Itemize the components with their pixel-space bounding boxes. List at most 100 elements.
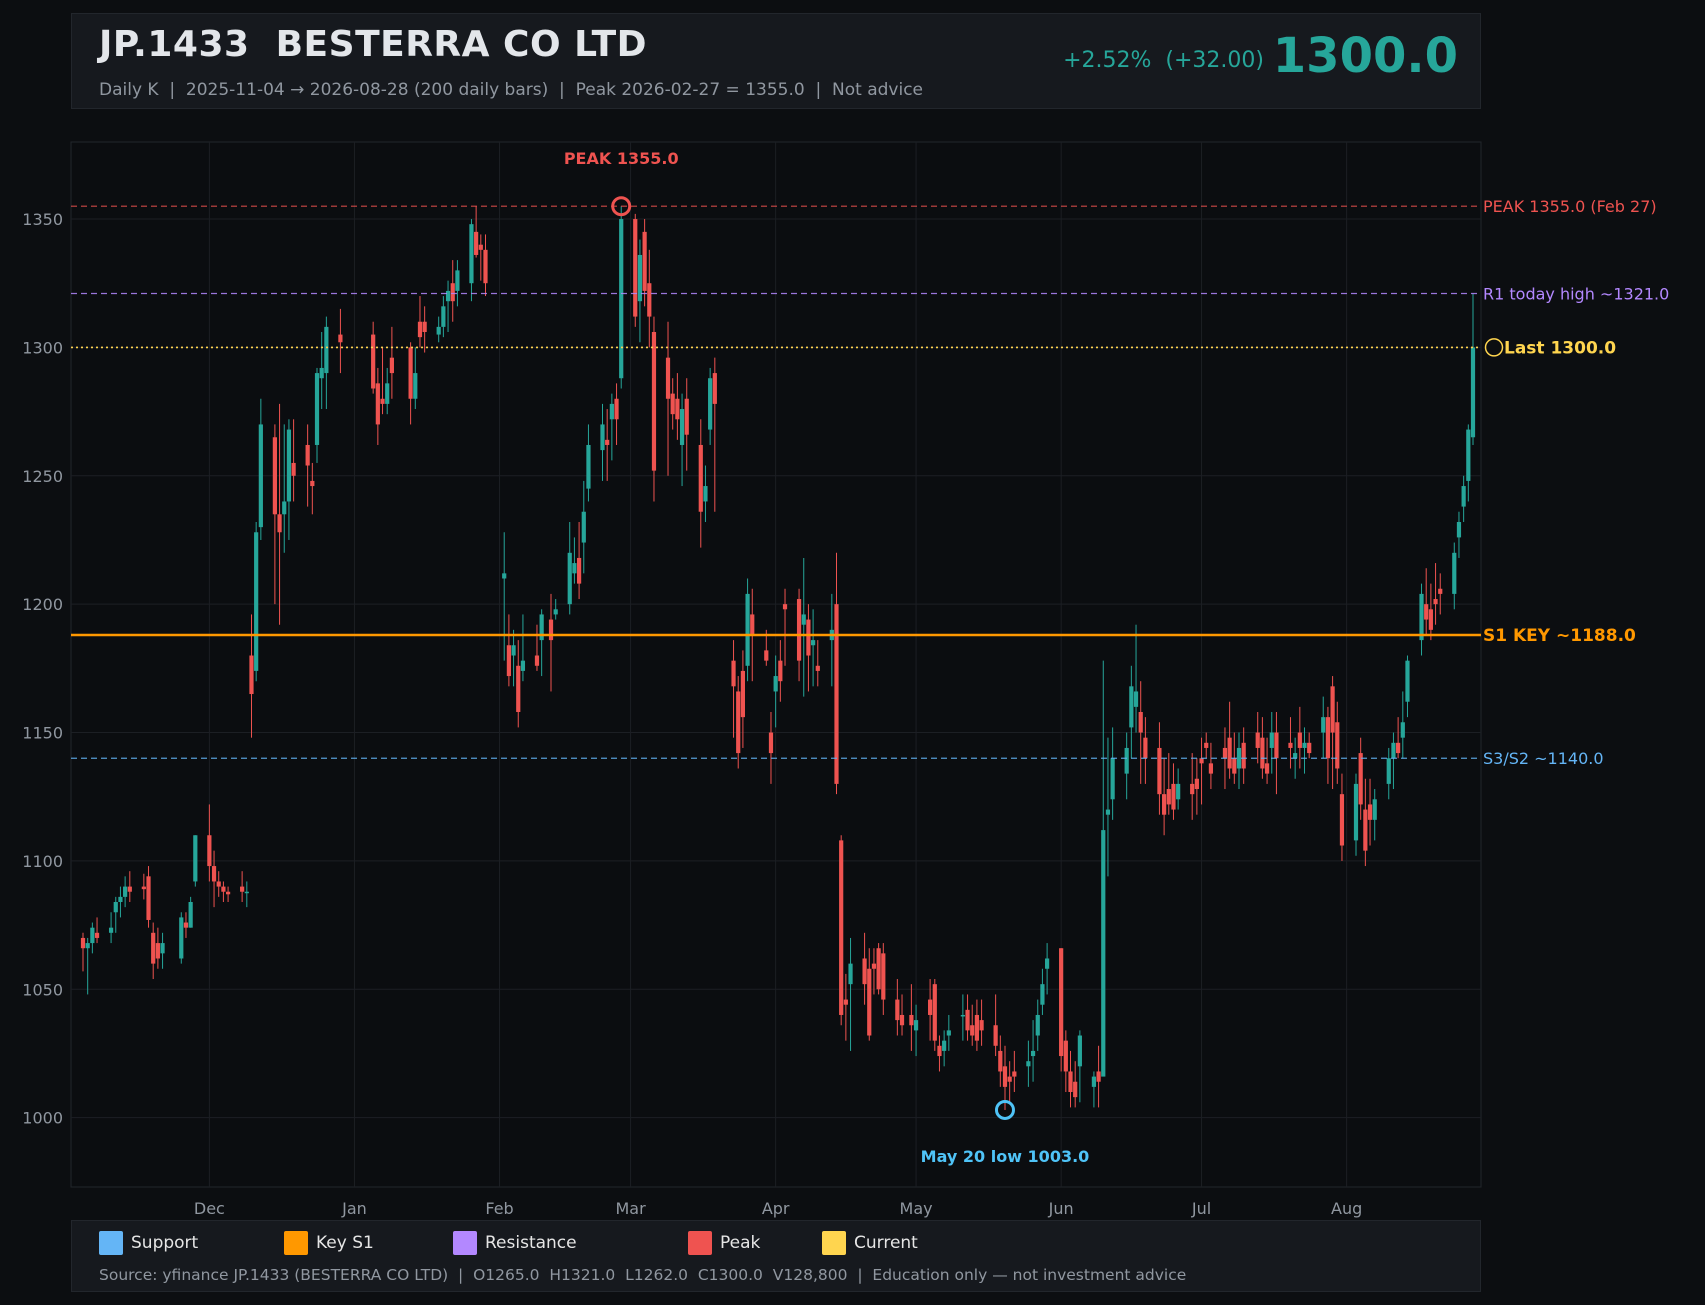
candle-body bbox=[712, 373, 717, 404]
legend-swatch-current bbox=[822, 1231, 846, 1255]
candle-body bbox=[1143, 737, 1148, 759]
level-label-peak: PEAK 1355.0 (Feb 27) bbox=[1483, 197, 1657, 216]
candle-body bbox=[422, 321, 427, 332]
candle-body bbox=[913, 1020, 919, 1031]
candle-body bbox=[1110, 758, 1115, 800]
candle-body bbox=[1391, 742, 1396, 759]
candle-body bbox=[436, 326, 441, 335]
candle-body bbox=[871, 963, 877, 969]
x-tick-label: May bbox=[900, 1199, 933, 1218]
source-note: Source: yfinance JP.1433 (BESTERRA CO LT… bbox=[99, 1266, 1187, 1284]
candle-body bbox=[1236, 747, 1242, 769]
candle-body bbox=[633, 219, 638, 317]
legend-resistance: Resistance bbox=[453, 1231, 577, 1255]
candle-body bbox=[1068, 1071, 1073, 1092]
candle-body bbox=[1274, 732, 1279, 759]
candle-body bbox=[942, 1040, 947, 1051]
candle-body bbox=[1372, 799, 1377, 820]
candle-body bbox=[778, 660, 783, 682]
x-tick-label: Jul bbox=[1191, 1199, 1211, 1218]
candle-body bbox=[1330, 686, 1335, 733]
candle-body bbox=[876, 948, 881, 990]
candle-body bbox=[736, 691, 741, 754]
candle-body bbox=[188, 902, 193, 928]
candle-body bbox=[1264, 763, 1270, 774]
candle-body bbox=[534, 655, 540, 666]
candle-body bbox=[127, 886, 132, 892]
legend-swatch-peak bbox=[688, 1231, 712, 1255]
candle-body bbox=[567, 552, 572, 605]
candle-body bbox=[1208, 763, 1214, 774]
candle-body bbox=[974, 1014, 980, 1041]
candle-body bbox=[141, 886, 146, 890]
candle-body bbox=[839, 840, 844, 1015]
candle-body bbox=[1433, 599, 1438, 605]
candle-body bbox=[380, 398, 385, 404]
candle-body bbox=[647, 283, 652, 317]
candle-body bbox=[277, 514, 282, 533]
candle-body bbox=[553, 609, 558, 615]
x-tick-label: Jun bbox=[1048, 1199, 1074, 1218]
candle-body bbox=[1077, 1035, 1082, 1067]
candle-body bbox=[740, 670, 745, 718]
candle-body bbox=[862, 958, 867, 985]
candle-body bbox=[1321, 717, 1326, 733]
candle-body bbox=[506, 645, 511, 677]
candle-body bbox=[240, 886, 245, 892]
candle-body bbox=[1297, 732, 1302, 748]
candle-body bbox=[1400, 722, 1405, 738]
candle-body bbox=[502, 573, 507, 579]
y-tick-label: 1150 bbox=[22, 724, 63, 743]
candle-body bbox=[1171, 783, 1176, 810]
candle-body bbox=[516, 665, 521, 712]
candle-body bbox=[1026, 1061, 1031, 1067]
candle-body bbox=[1129, 686, 1134, 728]
candle-body bbox=[1367, 804, 1373, 820]
candle-body bbox=[834, 604, 839, 784]
candle-body bbox=[1194, 778, 1199, 790]
candle-body bbox=[708, 378, 713, 430]
candle-body bbox=[413, 373, 418, 399]
candle-body bbox=[254, 532, 259, 671]
candle-body bbox=[703, 486, 708, 502]
candle-body bbox=[1456, 522, 1462, 538]
level-label-resistance: R1 today high ~1321.0 bbox=[1483, 284, 1669, 303]
candle-body bbox=[478, 244, 483, 250]
candle-body bbox=[609, 403, 614, 420]
candle-body bbox=[937, 1045, 942, 1057]
candle-body bbox=[1035, 1014, 1040, 1036]
candle-body bbox=[1227, 737, 1232, 769]
candle-body bbox=[1461, 486, 1466, 507]
candle-body bbox=[160, 943, 165, 954]
candle-body bbox=[1133, 691, 1139, 707]
candle-body bbox=[651, 332, 657, 471]
candle-body bbox=[1241, 742, 1246, 769]
legend-current: Current bbox=[822, 1231, 918, 1255]
candle-body bbox=[1157, 747, 1162, 795]
candle-body bbox=[1073, 1081, 1078, 1098]
candle-body bbox=[642, 231, 647, 291]
candle-body bbox=[581, 511, 586, 543]
legend-swatch-key-s1 bbox=[284, 1231, 308, 1255]
candle-body bbox=[928, 999, 933, 1015]
candle-body bbox=[539, 614, 544, 641]
candle-body bbox=[1335, 722, 1340, 769]
candle-body bbox=[1176, 783, 1181, 800]
candle-body bbox=[576, 557, 582, 584]
candlestick-chart: 1000 1050 1100 1150 1200 1250 1300 1350 Dec Jan Fe… bbox=[22, 141, 1669, 1218]
level-label-key-s1: S1 KEY ~1188.0 bbox=[1483, 626, 1636, 646]
candle-body bbox=[1059, 948, 1064, 1057]
candle-body bbox=[450, 283, 455, 302]
candle-body bbox=[249, 655, 254, 695]
legend-label-support: Support bbox=[131, 1233, 199, 1253]
candle-body bbox=[895, 999, 900, 1021]
candle-body bbox=[1101, 830, 1106, 1077]
candle-body bbox=[417, 321, 423, 338]
candle-body bbox=[1405, 660, 1410, 702]
legend-label-peak: Peak bbox=[720, 1233, 761, 1253]
candle-body bbox=[1255, 732, 1260, 748]
candle-body bbox=[474, 231, 479, 255]
candle-body bbox=[946, 1030, 951, 1036]
candle-body bbox=[796, 599, 802, 661]
candle-body bbox=[909, 1014, 914, 1026]
